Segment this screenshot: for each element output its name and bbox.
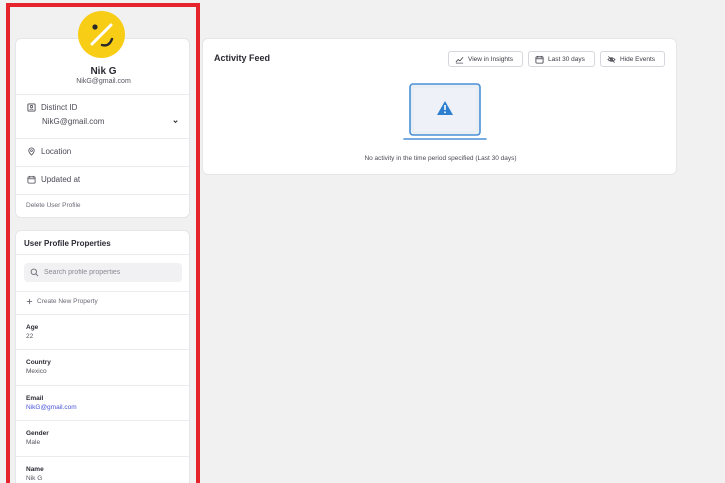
location-label: Location: [41, 147, 72, 156]
hide-events-label: Hide Events: [620, 55, 656, 63]
property-key: Country: [26, 359, 51, 366]
avatar: [78, 11, 125, 58]
property-item[interactable]: Gender Male: [26, 430, 49, 446]
date-range-button[interactable]: Last 30 days: [528, 51, 595, 67]
eye-slash-icon: [607, 55, 616, 63]
property-item[interactable]: Age 22: [26, 324, 38, 340]
empty-activity-message: No activity in the time period specified…: [364, 155, 517, 162]
smiley-avatar-icon: [90, 23, 114, 47]
profile-card: Nik G NikG@gmail.com Distinct ID NikG@gm…: [15, 38, 191, 218]
divider: [16, 291, 191, 292]
property-value: Nik G: [26, 475, 43, 482]
chevron-down-icon[interactable]: [172, 118, 179, 125]
activity-feed-title: Activity Feed: [214, 53, 271, 63]
laptop-warning-icon: [403, 83, 487, 140]
search-icon: [30, 268, 39, 277]
create-property-button[interactable]: Create New Property: [26, 298, 98, 305]
activity-feed-card: Activity Feed View in Insights Last 30 d…: [202, 38, 677, 175]
distinct-id-value: NikG@gmail.com: [42, 117, 105, 126]
hide-events-button[interactable]: Hide Events: [600, 51, 665, 67]
properties-title: User Profile Properties: [24, 239, 111, 248]
divider: [16, 166, 191, 167]
line-chart-icon: [455, 56, 464, 63]
search-box[interactable]: [24, 263, 182, 282]
delete-profile-link[interactable]: Delete User Profile: [26, 202, 81, 209]
create-property-label: Create New Property: [37, 298, 98, 305]
view-in-insights-button[interactable]: View in Insights: [448, 51, 523, 67]
property-key: Name: [26, 466, 44, 473]
property-value: 22: [26, 333, 34, 340]
profile-email: NikG@gmail.com: [76, 78, 131, 85]
updated-row: Updated at: [27, 175, 80, 184]
property-item[interactable]: Country Mexico: [26, 359, 51, 375]
distinct-id-label: Distinct ID: [41, 103, 78, 112]
divider: [16, 349, 191, 350]
distinct-id-row: Distinct ID: [27, 103, 77, 112]
divider: [16, 314, 191, 315]
property-item[interactable]: Email NikG@gmail.com: [26, 395, 77, 411]
properties-card: User Profile Properties Create New Prope…: [15, 230, 191, 483]
view-in-insights-label: View in Insights: [468, 55, 514, 63]
divider: [16, 385, 191, 386]
calendar-icon: [27, 175, 36, 184]
property-item[interactable]: Name Nik G: [26, 466, 44, 482]
divider: [16, 420, 191, 421]
calendar-icon: [535, 55, 544, 64]
location-pin-icon: [28, 147, 35, 156]
property-key: Gender: [26, 430, 49, 437]
property-value: Mexico: [26, 368, 47, 375]
property-value: Male: [26, 439, 41, 446]
property-value: NikG@gmail.com: [26, 404, 77, 411]
divider: [16, 456, 191, 457]
id-card-icon: [27, 103, 36, 112]
property-key: Email: [26, 395, 44, 402]
divider: [16, 138, 191, 139]
divider: [16, 94, 191, 95]
search-properties-input[interactable]: [44, 269, 174, 276]
updated-label: Updated at: [41, 175, 81, 184]
divider: [16, 194, 191, 195]
date-range-label: Last 30 days: [548, 55, 585, 63]
profile-name: Nik G: [90, 66, 117, 77]
plus-icon: [26, 298, 33, 305]
property-key: Age: [26, 324, 39, 331]
divider: [16, 254, 191, 255]
location-row: Location: [27, 147, 71, 156]
